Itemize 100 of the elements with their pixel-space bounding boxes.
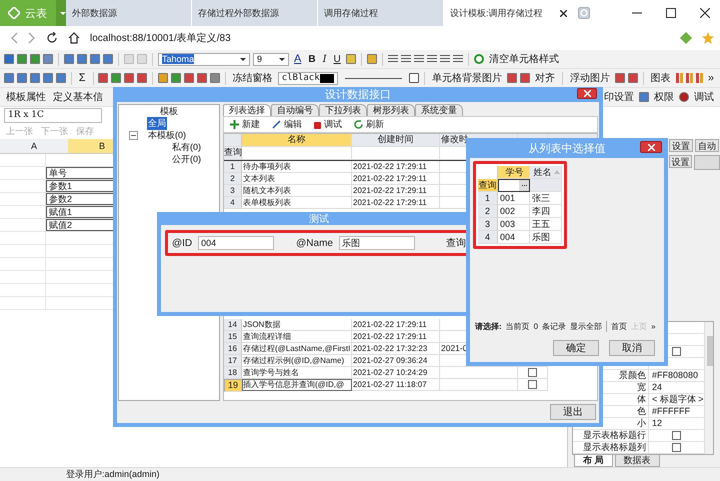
- float-image-button[interactable]: 浮动图片: [568, 71, 612, 85]
- table-cell[interactable]: 002: [500, 206, 516, 216]
- square-icon[interactable]: [184, 73, 194, 83]
- square-icon[interactable]: [628, 73, 638, 83]
- query-button[interactable]: 查询: [446, 236, 466, 250]
- checkbox[interactable]: [528, 380, 537, 389]
- more-tools[interactable]: »: [706, 72, 716, 84]
- filter-cell[interactable]: [352, 147, 440, 160]
- tab[interactable]: 下拉列表: [319, 104, 367, 116]
- table-cell[interactable]: 张三: [532, 193, 550, 203]
- filter-field[interactable]: [498, 179, 530, 192]
- refresh-icon[interactable]: [46, 32, 58, 44]
- checkbox[interactable]: [672, 431, 681, 440]
- table-cell[interactable]: 随机文本列表: [243, 186, 291, 195]
- tree-item[interactable]: 公开(0): [171, 152, 202, 166]
- sheet-cell[interactable]: 参数1: [46, 180, 114, 192]
- table-cell[interactable]: 001: [500, 193, 516, 203]
- square-icon[interactable]: [137, 73, 148, 83]
- panel-tab[interactable]: 数据表: [614, 455, 660, 467]
- exit-button[interactable]: 退出: [550, 404, 596, 420]
- column-header[interactable]: 学号: [498, 166, 530, 179]
- table-cell[interactable]: 待办事项列表: [243, 162, 291, 171]
- sheet-cell[interactable]: 赋值2: [46, 219, 114, 231]
- close-icon[interactable]: [700, 8, 710, 18]
- property-value[interactable]: #FFFFFF: [652, 406, 690, 417]
- table-cell[interactable]: 王五: [532, 219, 550, 229]
- row-number[interactable]: 15: [224, 331, 242, 343]
- address-url[interactable]: localhost:88/10001/表单定义/83: [90, 31, 231, 45]
- table-cell[interactable]: 004: [500, 232, 516, 242]
- lock-icon[interactable]: [366, 54, 377, 64]
- square-icon[interactable]: [170, 73, 181, 83]
- align-button[interactable]: 对齐: [533, 71, 558, 85]
- close-icon[interactable]: [560, 10, 567, 16]
- sheet-cell[interactable]: 单号: [46, 167, 114, 179]
- filter-cell[interactable]: [242, 147, 352, 160]
- square-icon[interactable]: [210, 73, 220, 83]
- template-properties-button[interactable]: 模板属性: [4, 90, 48, 104]
- show-all-link[interactable]: 显示全部: [570, 321, 602, 332]
- ok-button[interactable]: 确定: [553, 340, 599, 356]
- checkbox[interactable]: [672, 347, 681, 356]
- settings-button[interactable]: 设置: [669, 139, 693, 152]
- tab[interactable]: 列表选择: [223, 104, 271, 116]
- tree-item[interactable]: 全局: [147, 116, 167, 130]
- row-number[interactable]: 17: [224, 355, 242, 367]
- row-number[interactable]: 4: [224, 197, 242, 209]
- font-select[interactable]: Tahoma: [158, 52, 250, 66]
- tab[interactable]: 树形列表: [367, 104, 415, 116]
- square-icon[interactable]: [98, 73, 108, 83]
- home-icon[interactable]: [68, 32, 80, 44]
- row-number[interactable]: 19: [224, 379, 242, 392]
- square-icon[interactable]: [614, 73, 625, 83]
- row-number[interactable]: 1: [224, 161, 242, 173]
- table-cell[interactable]: 插入学号信息并查询(@ID,@: [243, 380, 344, 389]
- fill-color-icon[interactable]: [346, 54, 356, 64]
- square-icon[interactable]: [111, 73, 122, 83]
- define-info-button[interactable]: 定义基本信: [51, 90, 105, 104]
- column-header[interactable]: 创建时间: [352, 134, 440, 147]
- clear-style-button[interactable]: 清空单元格样式: [486, 52, 561, 66]
- table-cell[interactable]: 李四: [532, 206, 550, 216]
- back-icon[interactable]: [10, 32, 18, 44]
- row-number[interactable]: 18: [224, 367, 242, 379]
- close-button[interactable]: [577, 88, 597, 99]
- more-link[interactable]: »: [651, 322, 656, 331]
- table-cell[interactable]: 查询流程详细: [243, 332, 291, 341]
- property-value[interactable]: 24: [652, 382, 662, 393]
- table-cell[interactable]: 存储过程示例(@ID,@Name): [243, 356, 344, 365]
- tab[interactable]: 系统变量: [415, 104, 463, 116]
- cell-reference-field[interactable]: 1R x 1C: [4, 108, 102, 123]
- property-value[interactable]: < 标题字体 >: [652, 394, 704, 405]
- settings-button[interactable]: 设置: [668, 155, 692, 168]
- row-number[interactable]: 14: [224, 319, 242, 331]
- close-button[interactable]: [640, 141, 662, 153]
- border-icon[interactable]: [409, 73, 420, 83]
- browser-tab[interactable]: 外部数据源: [66, 0, 192, 26]
- new-tab-icon[interactable]: [578, 7, 590, 19]
- table-cell[interactable]: 003: [500, 219, 516, 229]
- filter-cell[interactable]: [530, 179, 562, 192]
- dropdown-button[interactable]: [56, 0, 66, 26]
- cancel-button[interactable]: 取消: [609, 340, 655, 356]
- column-header[interactable]: 名称: [242, 134, 352, 147]
- table-cell[interactable]: 存储过程(@LastName,@FirstI: [243, 344, 350, 353]
- chart-button[interactable]: 图表: [648, 71, 673, 85]
- table-cell[interactable]: 查询学号与姓名: [243, 368, 299, 377]
- print-settings-button[interactable]: 印设置: [602, 90, 636, 104]
- column-header[interactable]: A: [0, 139, 68, 153]
- first-page-link[interactable]: 首页: [611, 321, 628, 332]
- panel-tab[interactable]: 布 局: [574, 455, 613, 467]
- input-field[interactable]: 乐图: [338, 236, 415, 250]
- permissions-button[interactable]: 权限: [652, 90, 676, 104]
- tree-item[interactable]: 私有(0): [171, 140, 202, 154]
- table-cell[interactable]: 文本列表: [243, 174, 275, 183]
- browser-tab[interactable]: 调用存储过程: [318, 0, 444, 26]
- square-icon[interactable]: [158, 73, 168, 83]
- checkbox[interactable]: [528, 368, 537, 377]
- sum-button[interactable]: Σ: [76, 72, 88, 84]
- font-color-button[interactable]: A: [292, 53, 304, 65]
- maximize-icon[interactable]: [666, 8, 676, 18]
- scroll-thumb[interactable]: [706, 336, 713, 366]
- square-icon[interactable]: [124, 73, 134, 83]
- bold-button[interactable]: B: [306, 54, 318, 64]
